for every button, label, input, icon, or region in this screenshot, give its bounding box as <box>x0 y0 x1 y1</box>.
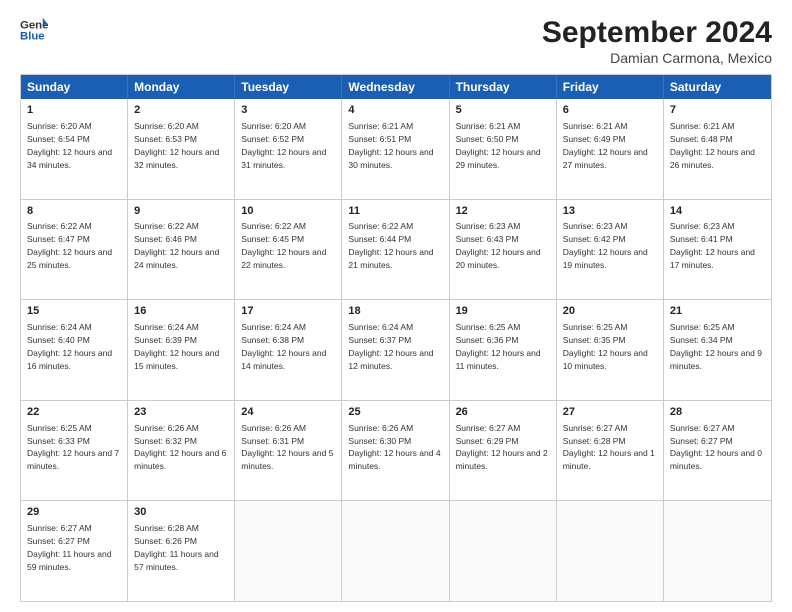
title-block: September 2024 Damian Carmona, Mexico <box>542 16 772 66</box>
day-5: 5 Sunrise: 6:21 AMSunset: 6:50 PMDayligh… <box>450 99 557 199</box>
day-14: 14 Sunrise: 6:23 AMSunset: 6:41 PMDaylig… <box>664 200 771 300</box>
calendar-body: 1 Sunrise: 6:20 AMSunset: 6:54 PMDayligh… <box>21 99 771 601</box>
day-4: 4 Sunrise: 6:21 AMSunset: 6:51 PMDayligh… <box>342 99 449 199</box>
empty-cell-2 <box>342 501 449 601</box>
day-29: 29 Sunrise: 6:27 AMSunset: 6:27 PMDaylig… <box>21 501 128 601</box>
empty-cell-1 <box>235 501 342 601</box>
day-30: 30 Sunrise: 6:28 AMSunset: 6:26 PMDaylig… <box>128 501 235 601</box>
page: General Blue September 2024 Damian Carmo… <box>0 0 792 612</box>
day-10: 10 Sunrise: 6:22 AMSunset: 6:45 PMDaylig… <box>235 200 342 300</box>
empty-cell-4 <box>557 501 664 601</box>
col-thursday: Thursday <box>450 75 557 99</box>
main-title: September 2024 <box>542 16 772 50</box>
day-26: 26 Sunrise: 6:27 AMSunset: 6:29 PMDaylig… <box>450 401 557 501</box>
day-6: 6 Sunrise: 6:21 AMSunset: 6:49 PMDayligh… <box>557 99 664 199</box>
day-19: 19 Sunrise: 6:25 AMSunset: 6:36 PMDaylig… <box>450 300 557 400</box>
week-row-2: 8 Sunrise: 6:22 AMSunset: 6:47 PMDayligh… <box>21 200 771 301</box>
day-7: 7 Sunrise: 6:21 AMSunset: 6:48 PMDayligh… <box>664 99 771 199</box>
svg-text:Blue: Blue <box>20 31 45 43</box>
col-friday: Friday <box>557 75 664 99</box>
day-20: 20 Sunrise: 6:25 AMSunset: 6:35 PMDaylig… <box>557 300 664 400</box>
day-16: 16 Sunrise: 6:24 AMSunset: 6:39 PMDaylig… <box>128 300 235 400</box>
empty-cell-3 <box>450 501 557 601</box>
day-9: 9 Sunrise: 6:22 AMSunset: 6:46 PMDayligh… <box>128 200 235 300</box>
col-wednesday: Wednesday <box>342 75 449 99</box>
day-3: 3 Sunrise: 6:20 AMSunset: 6:52 PMDayligh… <box>235 99 342 199</box>
day-22: 22 Sunrise: 6:25 AMSunset: 6:33 PMDaylig… <box>21 401 128 501</box>
week-row-5: 29 Sunrise: 6:27 AMSunset: 6:27 PMDaylig… <box>21 501 771 601</box>
day-8: 8 Sunrise: 6:22 AMSunset: 6:47 PMDayligh… <box>21 200 128 300</box>
col-tuesday: Tuesday <box>235 75 342 99</box>
logo-icon: General Blue <box>20 16 48 44</box>
week-row-1: 1 Sunrise: 6:20 AMSunset: 6:54 PMDayligh… <box>21 99 771 200</box>
day-12: 12 Sunrise: 6:23 AMSunset: 6:43 PMDaylig… <box>450 200 557 300</box>
day-17: 17 Sunrise: 6:24 AMSunset: 6:38 PMDaylig… <box>235 300 342 400</box>
col-saturday: Saturday <box>664 75 771 99</box>
week-row-3: 15 Sunrise: 6:24 AMSunset: 6:40 PMDaylig… <box>21 300 771 401</box>
day-25: 25 Sunrise: 6:26 AMSunset: 6:30 PMDaylig… <box>342 401 449 501</box>
day-23: 23 Sunrise: 6:26 AMSunset: 6:32 PMDaylig… <box>128 401 235 501</box>
subtitle: Damian Carmona, Mexico <box>542 50 772 66</box>
col-sunday: Sunday <box>21 75 128 99</box>
day-15: 15 Sunrise: 6:24 AMSunset: 6:40 PMDaylig… <box>21 300 128 400</box>
calendar-header-row: Sunday Monday Tuesday Wednesday Thursday… <box>21 75 771 99</box>
logo: General Blue <box>20 16 48 44</box>
day-2: 2 Sunrise: 6:20 AMSunset: 6:53 PMDayligh… <box>128 99 235 199</box>
day-1: 1 Sunrise: 6:20 AMSunset: 6:54 PMDayligh… <box>21 99 128 199</box>
day-18: 18 Sunrise: 6:24 AMSunset: 6:37 PMDaylig… <box>342 300 449 400</box>
day-13: 13 Sunrise: 6:23 AMSunset: 6:42 PMDaylig… <box>557 200 664 300</box>
day-11: 11 Sunrise: 6:22 AMSunset: 6:44 PMDaylig… <box>342 200 449 300</box>
calendar: Sunday Monday Tuesday Wednesday Thursday… <box>20 74 772 602</box>
day-28: 28 Sunrise: 6:27 AMSunset: 6:27 PMDaylig… <box>664 401 771 501</box>
week-row-4: 22 Sunrise: 6:25 AMSunset: 6:33 PMDaylig… <box>21 401 771 502</box>
header: General Blue September 2024 Damian Carmo… <box>20 16 772 66</box>
day-27: 27 Sunrise: 6:27 AMSunset: 6:28 PMDaylig… <box>557 401 664 501</box>
day-24: 24 Sunrise: 6:26 AMSunset: 6:31 PMDaylig… <box>235 401 342 501</box>
empty-cell-5 <box>664 501 771 601</box>
day-21: 21 Sunrise: 6:25 AMSunset: 6:34 PMDaylig… <box>664 300 771 400</box>
col-monday: Monday <box>128 75 235 99</box>
